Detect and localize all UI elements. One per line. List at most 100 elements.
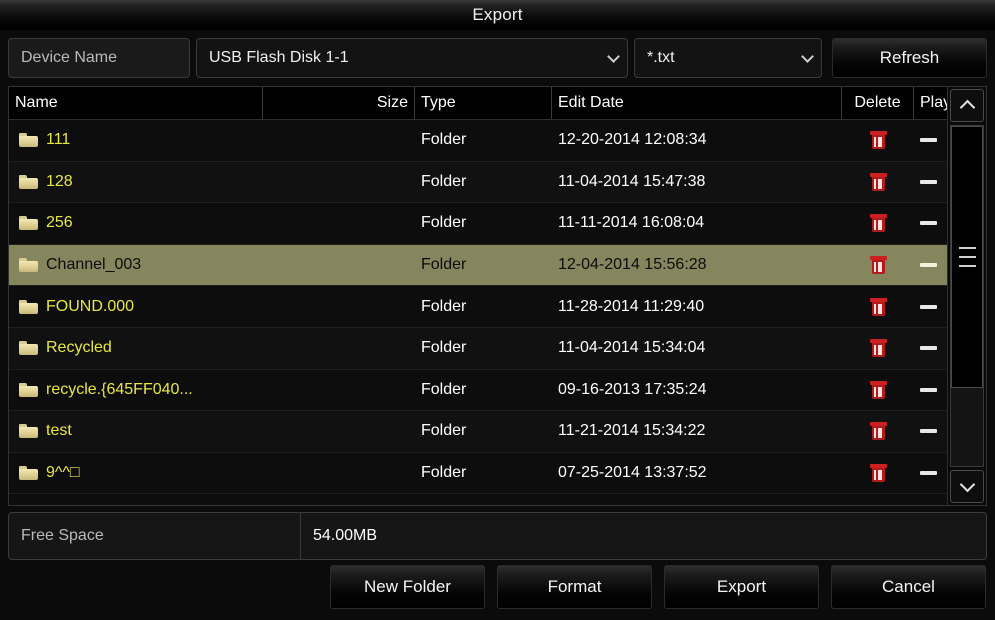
- table-row[interactable]: Channel_003 Folder 12-04-2014 15:56:28: [9, 244, 986, 287]
- format-button[interactable]: Format: [497, 565, 652, 609]
- table-row[interactable]: recycle.{645FF040... Folder 09-16-2013 17:…: [9, 369, 986, 412]
- trash-icon[interactable]: [869, 172, 887, 191]
- table-row[interactable]: 128 Folder 11-04-2014 15:47:38: [9, 161, 986, 204]
- dash-icon: [920, 346, 937, 351]
- cell-name-text: 111: [46, 131, 71, 149]
- file-filter-select[interactable]: *.txt: [634, 38, 822, 78]
- cell-edit-date: 11-28-2014 11:29:40: [558, 297, 705, 315]
- cell-name: 111: [9, 120, 263, 161]
- chevron-up-icon: [959, 99, 975, 116]
- trash-icon[interactable]: [869, 339, 887, 358]
- scrollbar-track[interactable]: [950, 125, 984, 467]
- chevron-down-icon: [801, 50, 814, 63]
- chevron-down-icon: [959, 476, 975, 493]
- cancel-button[interactable]: Cancel: [831, 565, 986, 609]
- column-header-delete: Delete: [842, 87, 914, 119]
- grip-line-icon: [958, 246, 976, 249]
- device-select-value: USB Flash Disk 1-1: [209, 49, 349, 66]
- table-row[interactable]: 256 Folder 11-11-2014 16:08:04: [9, 203, 986, 245]
- cell-delete[interactable]: [842, 370, 914, 411]
- table-row[interactable]: 111 Folder 12-20-2014 12:08:34: [9, 120, 986, 162]
- cell-name-text: recycle.{645FF040...: [46, 380, 193, 398]
- cell-name-text: Channel_003: [46, 256, 142, 274]
- cell-delete[interactable]: [842, 453, 914, 494]
- vertical-scrollbar[interactable]: [947, 87, 986, 505]
- column-header-name[interactable]: Name: [9, 87, 263, 119]
- device-select[interactable]: USB Flash Disk 1-1: [196, 38, 628, 78]
- cell-edit-date: 11-04-2014 15:47:38: [558, 172, 706, 190]
- dash-icon: [920, 429, 937, 434]
- cell-delete[interactable]: [842, 120, 914, 161]
- cell-edit-date: 12-20-2014 12:08:34: [558, 131, 707, 149]
- table-body: 111 Folder 12-20-2014 12:08:34 128 Folder 11-…: [9, 120, 986, 505]
- dash-icon: [920, 304, 937, 309]
- cell-delete[interactable]: [842, 162, 914, 203]
- cell-edit-date: 09-16-2013 17:35:24: [558, 380, 707, 398]
- cell-delete[interactable]: [842, 286, 914, 327]
- cell-edit-date: 12-04-2014 15:56:28: [558, 256, 707, 274]
- trash-icon[interactable]: [869, 380, 887, 399]
- folder-icon: [19, 174, 38, 189]
- column-header-size[interactable]: Size: [263, 87, 415, 119]
- chevron-down-icon: [607, 50, 620, 63]
- export-button[interactable]: Export: [664, 565, 819, 609]
- dash-icon: [920, 263, 937, 268]
- cell-delete[interactable]: [842, 411, 914, 452]
- scrollbar-thumb[interactable]: [951, 126, 983, 388]
- cell-name: 256: [9, 203, 263, 244]
- cell-type: Folder: [421, 422, 467, 440]
- table-row[interactable]: Recycled Folder 11-04-2014 15:34:04: [9, 327, 986, 370]
- scroll-up-button[interactable]: [950, 89, 984, 122]
- cell-delete[interactable]: [842, 328, 914, 369]
- refresh-button[interactable]: Refresh: [832, 38, 987, 78]
- trash-icon[interactable]: [869, 297, 887, 316]
- dialog-titlebar: Export: [0, 0, 995, 30]
- dialog-title: Export: [472, 4, 523, 24]
- cell-type: Folder: [421, 464, 467, 482]
- cell-name: recycle.{645FF040...: [9, 370, 263, 411]
- export-dialog: Export Device Name USB Flash Disk 1-1 *.…: [0, 0, 995, 620]
- folder-icon: [19, 466, 38, 481]
- cell-name-text: test: [46, 422, 72, 440]
- column-header-edit-date[interactable]: Edit Date: [552, 87, 842, 119]
- file-list-table: Name Size Type Edit Date Delete Play 111…: [8, 86, 987, 506]
- dash-icon: [920, 387, 937, 392]
- cell-type: Folder: [421, 214, 467, 232]
- table-row[interactable]: 9^^□ Folder 07-25-2014 13:37:52: [9, 452, 986, 495]
- folder-icon: [19, 216, 38, 231]
- free-space-label: Free Space: [9, 513, 301, 559]
- folder-icon: [19, 382, 38, 397]
- cell-name-text: 128: [46, 172, 73, 190]
- cell-type: Folder: [421, 131, 467, 149]
- trash-icon[interactable]: [869, 131, 887, 150]
- trash-icon[interactable]: [869, 464, 887, 483]
- folder-icon: [19, 299, 38, 314]
- scroll-down-button[interactable]: [950, 470, 984, 503]
- cell-name: Channel_003: [9, 245, 263, 286]
- free-space-row: Free Space 54.00MB: [8, 512, 987, 560]
- free-space-value: 54.00MB: [313, 527, 378, 544]
- table-header-row: Name Size Type Edit Date Delete Play: [9, 87, 986, 120]
- cell-delete[interactable]: [842, 203, 914, 244]
- cell-edit-date: 11-04-2014 15:34:04: [558, 339, 706, 357]
- table-row[interactable]: test Folder 11-21-2014 15:34:22: [9, 411, 986, 453]
- trash-icon[interactable]: [869, 422, 887, 441]
- cell-name: Recycled: [9, 328, 263, 369]
- cell-size: [263, 328, 415, 369]
- cell-size: [263, 286, 415, 327]
- cell-size: [263, 453, 415, 494]
- table-row[interactable]: FOUND.000 Folder 11-28-2014 11:29:40: [9, 286, 986, 328]
- trash-icon[interactable]: [869, 256, 887, 275]
- grip-line-icon: [958, 264, 976, 267]
- cell-name: 9^^□: [9, 453, 263, 494]
- cell-delete[interactable]: [842, 245, 914, 286]
- cell-size: [263, 370, 415, 411]
- file-filter-value: *.txt: [647, 49, 675, 66]
- cell-type: Folder: [421, 380, 467, 398]
- cell-edit-date: 11-21-2014 15:34:22: [558, 422, 706, 440]
- trash-icon[interactable]: [869, 214, 887, 233]
- device-toolbar: Device Name USB Flash Disk 1-1 *.txt Ref…: [0, 30, 995, 86]
- column-header-type[interactable]: Type: [415, 87, 552, 119]
- device-name-label: Device Name: [8, 38, 190, 78]
- new-folder-button[interactable]: New Folder: [330, 565, 485, 609]
